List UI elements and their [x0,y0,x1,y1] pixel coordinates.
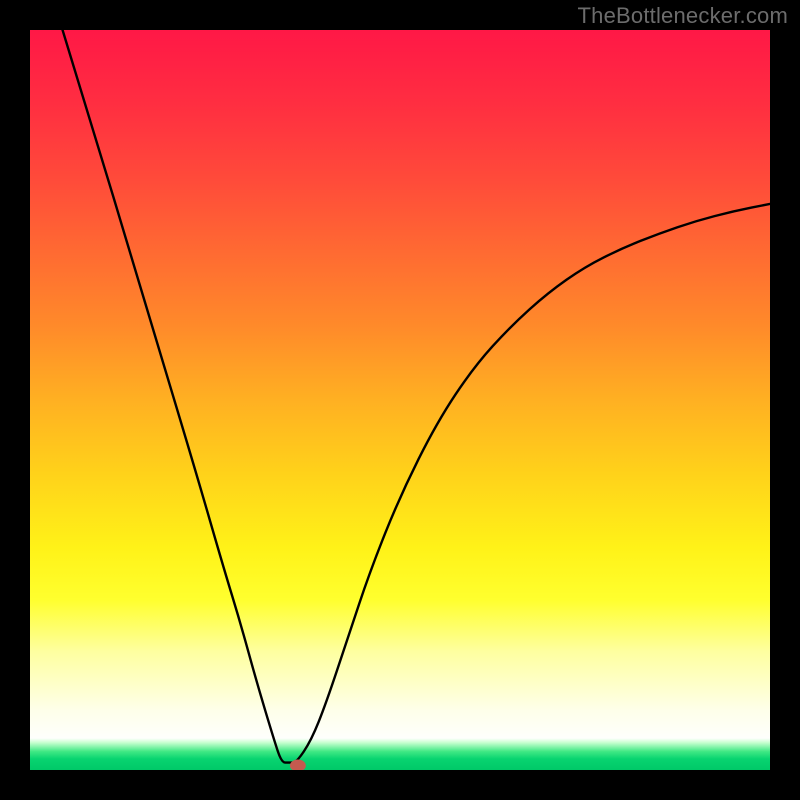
watermark-text: TheBottlenecker.com [578,3,788,29]
chart-container: TheBottlenecker.com [0,0,800,800]
plot-area [30,30,770,770]
chart-svg [30,30,770,770]
gradient-background [30,30,770,770]
